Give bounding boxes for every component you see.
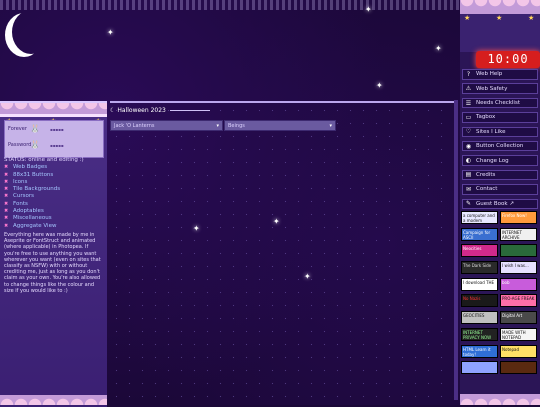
bunny-icon: 🐰 — [30, 140, 40, 149]
scroll-track[interactable] — [454, 100, 458, 400]
left-nav: STATUS: online and editing :) ✖ Web Badge… — [4, 157, 104, 294]
status-text: STATUS: online and editing :) — [4, 157, 84, 163]
lantern-icon: ★ — [496, 14, 503, 22]
checklist-icon: ☰ — [465, 99, 472, 107]
nav-item-88x31-buttons[interactable]: ✖ 88x31 Buttons — [4, 172, 104, 179]
scalloped-trim — [0, 103, 107, 117]
log-icon: ◐ — [465, 157, 472, 165]
web-badge[interactable]: I download THE — [461, 277, 498, 291]
category-select-left[interactable]: Jack 'O Lanterns ▾ — [110, 120, 223, 131]
lantern-icon: ★ — [464, 14, 471, 22]
warning-icon: ⚠ — [465, 85, 472, 93]
bat-icon: ✖ — [4, 171, 9, 178]
chevron-down-icon: ▾ — [329, 123, 332, 129]
web-badge[interactable]: HTML Learn it today! — [461, 344, 498, 358]
menu-item-sites-i-like[interactable]: ♡ Sites I Like — [462, 126, 538, 138]
web-badge[interactable]: I wish I was... — [500, 261, 537, 275]
right-header: ★ ★ ★ — [460, 0, 540, 52]
nav-item-fonts[interactable]: ✖ Fonts — [4, 201, 104, 208]
contact-icon: ✉ — [465, 185, 472, 193]
bat-icon: ✖ — [4, 186, 9, 193]
info-paragraph: Everything here was made by me in Asepri… — [4, 231, 101, 294]
menu-item-web-safety[interactable]: ⚠ Web Safety — [462, 83, 538, 94]
star-icon: ✦ — [107, 28, 114, 37]
lantern-icon: ★ — [528, 14, 535, 22]
web-badge[interactable]: GEOCITIES — [461, 311, 498, 325]
web-badge[interactable]: INTERNET ARCHIVE — [500, 227, 537, 241]
web-badge[interactable]: Notepad — [500, 344, 537, 358]
nav-item-icons[interactable]: ✖ Icons — [4, 179, 104, 186]
menu-item-guest-book[interactable]: ✎ Guest Book ↗ — [462, 198, 538, 210]
title-underline — [169, 110, 210, 111]
web-badge[interactable] — [500, 361, 537, 375]
bat-icon: ✖ — [4, 193, 9, 200]
scalloped-trim — [460, 0, 540, 14]
web-badge[interactable]: PRO-AGE FREAK — [500, 294, 537, 308]
heart-icon: ♡ — [465, 128, 472, 136]
star-icon: ✦ — [435, 44, 442, 53]
category-select-right[interactable]: Beings ▾ — [224, 120, 336, 131]
menu-item-contact[interactable]: ✉ Contact — [462, 184, 538, 195]
username-label: Forever — [8, 126, 27, 132]
menu-item-needs-checklist[interactable]: ☰ Needs Checklist — [462, 97, 538, 109]
credits-icon: ▤ — [465, 171, 472, 179]
menu-item-credits[interactable]: ▤ Credits — [462, 169, 538, 181]
web-badge[interactable] — [500, 244, 537, 258]
web-badge[interactable]: MADE WITH NOTEPAD — [500, 327, 537, 341]
username-field[interactable]: ▪▪▪▪▪ — [50, 127, 64, 132]
nav-item-adoptables[interactable]: ✖ Adoptables — [4, 208, 104, 215]
web-badge[interactable]: Campaign for ASCII — [461, 227, 498, 241]
bat-icon: ✖ — [4, 215, 9, 222]
bunny-icon: 🐰 — [30, 124, 40, 133]
bat-icon: ✖ — [4, 200, 9, 207]
menu-item-change-log[interactable]: ◐ Change Log — [462, 155, 538, 166]
web-badge[interactable]: Neocities — [461, 244, 498, 258]
web-badge[interactable] — [461, 361, 498, 375]
nav-item-miscellaneous[interactable]: ✖ Miscellaneous — [4, 215, 104, 222]
chevron-down-icon: ▾ — [216, 123, 219, 129]
tag-icon: ▭ — [465, 113, 472, 121]
bat-icon: ✖ — [4, 208, 9, 215]
main-content: ☾ Halloween 2023 Jack 'O Lanterns ▾ Bein… — [110, 101, 455, 405]
bat-icon: ✖ — [4, 222, 9, 229]
web-badge[interactable]: Digital Art — [500, 311, 537, 325]
top-decorative-strip — [0, 0, 460, 10]
password-label: Password — [8, 142, 32, 148]
disc-icon: ◉ — [465, 142, 472, 150]
login-box: Forever 🐰 ▪▪▪▪▪ Password 🐰 ▪▪▪▪▪ — [4, 120, 104, 158]
nav-item-aggregate-view[interactable]: ✖ Aggregate View — [4, 223, 104, 230]
web-badge[interactable]: bob — [500, 277, 537, 291]
bottom-scallop-left — [0, 395, 107, 405]
right-menu: ? Web Help ⚠ Web Safety ☰ Needs Checklist ▭… — [462, 69, 538, 213]
web-badge[interactable]: INTERNET PRIVACY NOW — [461, 327, 498, 341]
menu-item-web-help[interactable]: ? Web Help — [462, 69, 538, 80]
nav-item-tile-backgrounds[interactable]: ✖ Tile Backgrounds — [4, 186, 104, 193]
nav-item-cursors[interactable]: ✖ Cursors — [4, 193, 104, 200]
star-icon: ✦ — [376, 81, 383, 90]
divider — [110, 101, 455, 103]
badge-wall: a computer and a modem Firefox Now! Camp… — [461, 211, 537, 378]
book-icon: ✎ — [465, 200, 472, 208]
digital-clock: 10:00 PM — [476, 51, 540, 83]
web-badge[interactable]: a computer and a modem — [461, 211, 498, 224]
bat-icon: ✖ — [4, 178, 9, 185]
web-badge[interactable]: Firefox Now! — [500, 211, 537, 224]
bat-icon: ✖ — [4, 164, 9, 171]
password-field[interactable]: ▪▪▪▪▪ — [50, 143, 64, 148]
section-title: ☾ Halloween 2023 — [110, 107, 210, 114]
menu-item-tagbox[interactable]: ▭ Tagbox — [462, 112, 538, 123]
crescent-moon — [12, 10, 50, 54]
web-badge[interactable]: No Nazis — [461, 294, 498, 308]
nav-item-web-badges[interactable]: ✖ Web Badges — [4, 164, 104, 171]
menu-item-button-collection[interactable]: ◉ Button Collection — [462, 140, 538, 152]
bottom-scallop-right — [460, 394, 540, 405]
ghost-icon: ☾ — [110, 107, 116, 114]
star-icon: ✦ — [365, 5, 372, 14]
web-badge[interactable]: The Dark Side — [461, 261, 498, 275]
help-icon: ? — [466, 70, 471, 78]
